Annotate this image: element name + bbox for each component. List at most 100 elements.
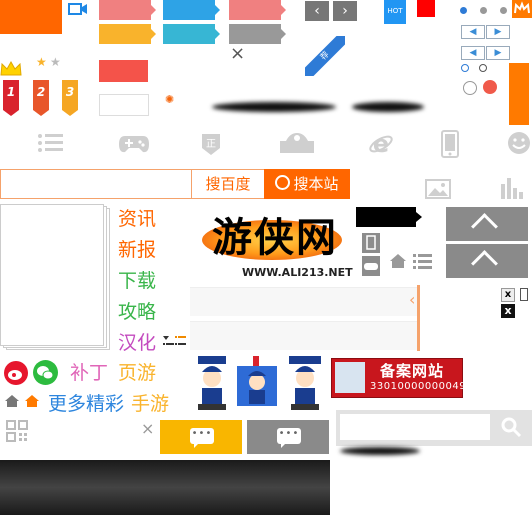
police-badge-3[interactable]: [285, 356, 325, 410]
genuine-badge-icon: 正: [200, 132, 222, 161]
gamepad-small-icon: [362, 256, 380, 276]
home-orange-icon[interactable]: [24, 393, 40, 412]
close-box-icon-2[interactable]: x: [501, 304, 515, 318]
beian-icon: [335, 362, 365, 393]
dropdown-list-icon[interactable]: [162, 333, 186, 347]
image-icon: [425, 178, 451, 204]
small-next-button-2[interactable]: ▶: [486, 46, 510, 60]
chat-button-orange[interactable]: •••: [160, 420, 242, 454]
chevron-left-accent-icon: ‹: [409, 290, 416, 309]
search-site-label: 搜本站: [293, 175, 339, 193]
chat-button-gray[interactable]: •••: [247, 420, 329, 454]
tab-pink-1: [99, 0, 156, 20]
black-tooltip: [356, 207, 422, 227]
smiley-icon: [507, 131, 531, 160]
logo-url: WWW.ALI213.NET: [242, 266, 353, 279]
nav-gonglue[interactable]: 攻略: [118, 301, 156, 323]
list-small-icon[interactable]: [413, 253, 433, 273]
tab-gray: [229, 24, 286, 44]
shadow-bar-1: [212, 102, 336, 112]
scroll-top-button-2[interactable]: [446, 244, 528, 278]
scroll-top-button-1[interactable]: [446, 207, 528, 241]
nav-zixun[interactable]: 资讯: [118, 208, 156, 230]
chat-bubble-icon: •••: [190, 428, 214, 448]
console-icon: [280, 131, 314, 158]
side-search-box[interactable]: [336, 410, 532, 446]
nav-hanhua[interactable]: 汉化: [118, 332, 156, 354]
rank-badge-2: 2: [33, 80, 49, 116]
qr-code-icon[interactable]: [6, 420, 28, 446]
rank-badge-3: 3: [62, 80, 78, 116]
nav-xiazai[interactable]: 下载: [118, 270, 156, 292]
recommend-label: 荐: [318, 49, 331, 62]
beian-title: 备案网站: [380, 362, 445, 380]
gamepad-icon: [119, 133, 149, 159]
carousel-dots[interactable]: [460, 7, 510, 15]
paper-stack: [0, 204, 110, 350]
small-prev-button-2[interactable]: ◀: [461, 46, 485, 60]
tab-yellow: [99, 24, 156, 44]
nav-buding[interactable]: 补丁: [70, 362, 108, 384]
bar-chart-icon: [500, 176, 524, 205]
panel-row-1: [190, 287, 418, 316]
crown-gold-icon: [0, 59, 22, 77]
star-gold-icon: ★: [36, 55, 47, 69]
ie-browser-icon: e: [369, 130, 393, 160]
next-button[interactable]: ›: [333, 1, 357, 21]
search-input[interactable]: [0, 169, 191, 199]
video-icon: [68, 0, 88, 15]
radio-dot-2[interactable]: [479, 64, 487, 72]
nav-shouyou[interactable]: 手游: [131, 393, 169, 415]
logo-brand-text: 游侠网: [212, 214, 338, 261]
orange-side-bar: [509, 63, 529, 125]
white-button-sample[interactable]: [99, 94, 149, 116]
beian-number: 33010000000049: [370, 381, 467, 392]
chevron-right-icon: ›: [342, 3, 348, 19]
police-badge-1[interactable]: [194, 356, 230, 410]
beian-badge[interactable]: 备案网站 33010000000049: [331, 358, 467, 398]
side-search-input[interactable]: [340, 414, 490, 440]
hot-label: HOT: [387, 7, 403, 15]
radio-filled[interactable]: [483, 80, 497, 94]
nav-more[interactable]: 更多精彩: [48, 393, 124, 415]
shadow-bar-2: [352, 102, 424, 112]
crown-icon: [512, 0, 532, 18]
close-icon[interactable]: ×: [230, 45, 245, 63]
chat-bubble-icon-2: •••: [277, 428, 301, 448]
flame-icon: ✺: [165, 93, 175, 106]
star-gray-icon: ★: [50, 55, 61, 69]
nav-xinbao[interactable]: 新报: [118, 239, 156, 261]
red-button-sample[interactable]: [99, 60, 148, 82]
prev-button[interactable]: ‹: [305, 1, 329, 21]
side-search-icon[interactable]: [500, 416, 522, 442]
phone-tiny-icon: [520, 288, 528, 301]
chevron-left-icon: ‹: [314, 3, 320, 19]
weibo-icon[interactable]: [4, 361, 28, 385]
search-site-button[interactable]: 搜本站: [264, 169, 350, 199]
dark-gradient-footer: [0, 460, 330, 515]
close-box-icon-1[interactable]: x: [501, 288, 515, 302]
chat-close-icon[interactable]: ×: [141, 421, 154, 437]
tab-teal: [163, 24, 220, 44]
panel-row-2: [190, 321, 418, 350]
tab-blue-1: [163, 0, 220, 20]
shadow-bar-3: [340, 447, 420, 455]
small-next-button[interactable]: ▶: [486, 25, 510, 39]
wechat-icon[interactable]: [33, 360, 58, 385]
ali213-logo[interactable]: 游侠网 WWW.ALI213.NET: [194, 206, 354, 284]
nav-yeyou[interactable]: 页游: [118, 362, 156, 384]
red-flag: [417, 0, 435, 17]
phone-icon: [441, 130, 459, 163]
radio-empty[interactable]: [463, 81, 477, 95]
police-badge-2[interactable]: [235, 356, 279, 410]
hot-badge: HOT: [384, 0, 406, 24]
recommend-ribbon: 荐: [305, 36, 345, 76]
panel-divider-accent: [417, 285, 420, 351]
mobile-small-icon: [362, 233, 380, 253]
home-gray-icon[interactable]: [4, 393, 20, 412]
radio-dot-1[interactable]: [461, 64, 469, 72]
home-small-icon[interactable]: [389, 253, 407, 273]
small-prev-button[interactable]: ◀: [461, 25, 485, 39]
search-baidu-button[interactable]: 搜百度: [191, 169, 265, 199]
tab-pink-2: [229, 0, 286, 20]
